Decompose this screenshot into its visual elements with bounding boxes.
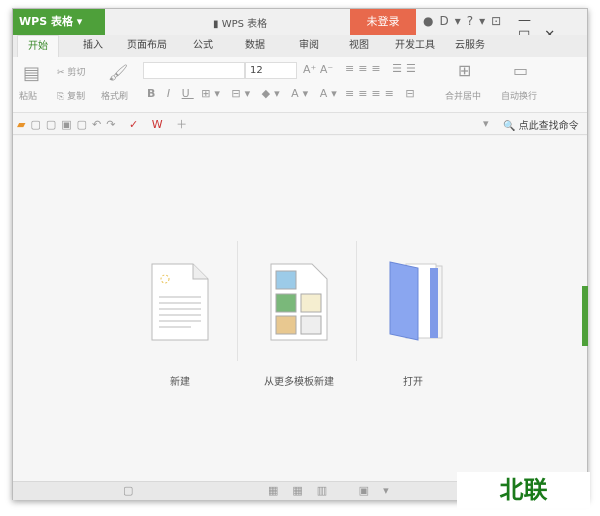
paste-icon[interactable]: ▤ [23, 63, 40, 84]
window: WPS 表格 ▾ ▮ WPS 表格 未登录 ●D▾?▾⊡ —□✕ 开始 插入 页… [12, 8, 588, 500]
divider [237, 241, 238, 361]
status-icon[interactable]: ▢ [123, 484, 133, 497]
divider [356, 241, 357, 361]
tab-insert[interactable]: 插入 [83, 35, 103, 57]
w-icon: ✓ W [128, 118, 168, 131]
tab-home[interactable]: 开始 [17, 35, 59, 57]
open-folder-icon [389, 261, 443, 341]
title-icons: ●D▾?▾⊡ [423, 14, 507, 28]
format-painter-button[interactable]: 格式刷 [101, 89, 128, 102]
filter-icon[interactable]: ▾ [483, 117, 489, 130]
tab-cloud[interactable]: 云服务 [455, 35, 485, 57]
font-style-icons[interactable]: B I U ⊞▾ ⊟▾ ◆▾ A▾ A▾ [147, 87, 341, 100]
search-command[interactable]: 🔍 点此查找命令 [503, 117, 579, 132]
view-mode-icons[interactable]: ▦▦▥ ▣▾ [268, 484, 403, 497]
login-button[interactable]: 未登录 [350, 9, 416, 35]
copy-button[interactable]: ⎘ 复制 [57, 89, 85, 102]
wrap-text-button[interactable]: 自动换行 [501, 89, 537, 102]
merge-icon: ⊞ [458, 61, 472, 80]
tab-review[interactable]: 审阅 [299, 35, 319, 57]
search-label: 点此查找命令 [518, 121, 579, 132]
start-page: 新建 从更多模板新建 打开 [13, 136, 587, 481]
new-document-icon [151, 263, 209, 341]
window-title: ▮ WPS 表格 [213, 19, 268, 30]
tab-view[interactable]: 视图 [349, 35, 369, 57]
wrap-icon: ▭ [513, 61, 529, 80]
watermark: 北联 [457, 472, 590, 508]
ribbon-tabs: 开始 插入 页面布局 公式 数据 审阅 视图 开发工具 云服务 [13, 35, 587, 57]
open-label: 打开 [403, 377, 423, 388]
tab-data[interactable]: 数据 [245, 35, 265, 57]
tab-developer[interactable]: 开发工具 [395, 35, 435, 57]
copy-label: 复制 [67, 92, 86, 102]
paste-button[interactable]: 粘贴 [19, 89, 37, 102]
cut-button[interactable]: ✂ 剪切 [57, 65, 85, 78]
d-icon[interactable]: D▾ [439, 14, 466, 28]
skin-icon[interactable]: ● [423, 14, 439, 28]
side-panel-toggle[interactable] [582, 286, 588, 346]
window-title-text: WPS 表格 [221, 19, 268, 30]
merge-center-button[interactable]: 合并居中 [445, 89, 481, 102]
cut-label: 剪切 [67, 68, 86, 78]
new-from-template-label: 从更多模板新建 [264, 377, 334, 388]
tab-formula[interactable]: 公式 [193, 35, 213, 57]
font-size-input[interactable]: 12 [245, 62, 297, 79]
font-name-input[interactable] [143, 62, 245, 79]
minimize-icon[interactable]: — [518, 13, 545, 28]
template-icon [270, 263, 328, 341]
open-icon: ▰ [17, 118, 31, 131]
tab-page-layout[interactable]: 页面布局 [127, 35, 167, 57]
app-menu-label: WPS 表格 [19, 15, 73, 28]
quick-icons[interactable]: ▰▢▢▣▢↶↷ ✓ W ＋ [17, 116, 192, 132]
align-icons[interactable]: ≡≡≡ ☰☰ [345, 62, 420, 75]
app-menu-button[interactable]: WPS 表格 ▾ [13, 9, 105, 35]
quick-access-toolbar: ▰▢▢▣▢↶↷ ✓ W ＋ ▾ 🔍 点此查找命令 [13, 113, 587, 135]
halign-icons[interactable]: ≡≡≡≡ ⊟ [345, 87, 419, 100]
help-icon[interactable]: ?▾ [467, 14, 491, 28]
new-label: 新建 [170, 377, 190, 388]
ribbon: ▤ 粘贴 ✂ 剪切 ⎘ 复制 🖌 格式刷 12 A⁺ A⁻ B I U ⊞▾ ⊟… [13, 57, 587, 113]
title-bar: WPS 表格 ▾ ▮ WPS 表格 未登录 ●D▾?▾⊡ —□✕ [13, 9, 587, 43]
brush-icon: 🖌 [108, 63, 129, 82]
font-grow-shrink-icons[interactable]: A⁺ A⁻ [303, 63, 333, 76]
pin-icon[interactable]: ⊡ [491, 14, 507, 28]
